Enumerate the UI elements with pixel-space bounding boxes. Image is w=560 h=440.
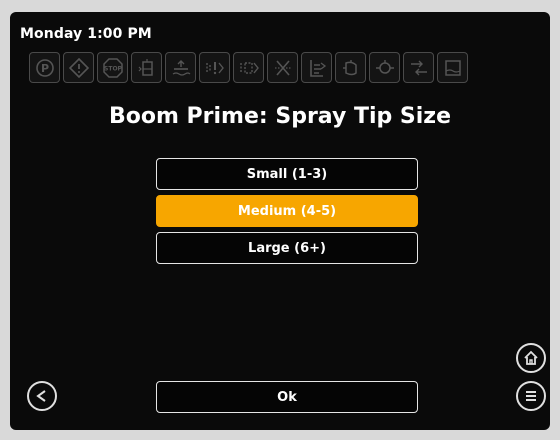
spray-tip-size-list: Small (1-3) Medium (4-5) Large (6+) [156, 158, 418, 269]
warning-icon [63, 52, 94, 83]
tank-icon [437, 52, 468, 83]
home-button[interactable] [516, 343, 546, 373]
back-button[interactable] [27, 381, 57, 411]
page-title: Boom Prime: Spray Tip Size [108, 104, 452, 129]
park-brake-icon: P [29, 52, 60, 83]
boom-height-icon [165, 52, 196, 83]
back-arrow-icon [36, 390, 46, 402]
datetime-label: Monday 1:00 PM [20, 26, 152, 42]
spray-pattern-icon [233, 52, 264, 83]
tank-level-icon [131, 52, 162, 83]
pump-icon [335, 52, 366, 83]
menu-button[interactable] [516, 381, 546, 411]
option-large[interactable]: Large (6+) [156, 232, 418, 264]
svg-text:P: P [40, 62, 48, 75]
boom-section-icon [199, 52, 230, 83]
option-small[interactable]: Small (1-3) [156, 158, 418, 190]
boom-fold-icon [301, 52, 332, 83]
filter-icon [369, 52, 400, 83]
nozzle-blocked-icon [267, 52, 298, 83]
stop-icon-label: STOP [104, 65, 123, 72]
status-icon-bar: P STOP [29, 52, 539, 84]
menu-icon [526, 391, 536, 401]
flow-meter-icon [403, 52, 434, 83]
ok-button[interactable]: Ok [156, 381, 418, 413]
stop-icon: STOP [97, 52, 128, 83]
option-medium[interactable]: Medium (4-5) [156, 195, 418, 227]
home-icon [524, 350, 538, 365]
